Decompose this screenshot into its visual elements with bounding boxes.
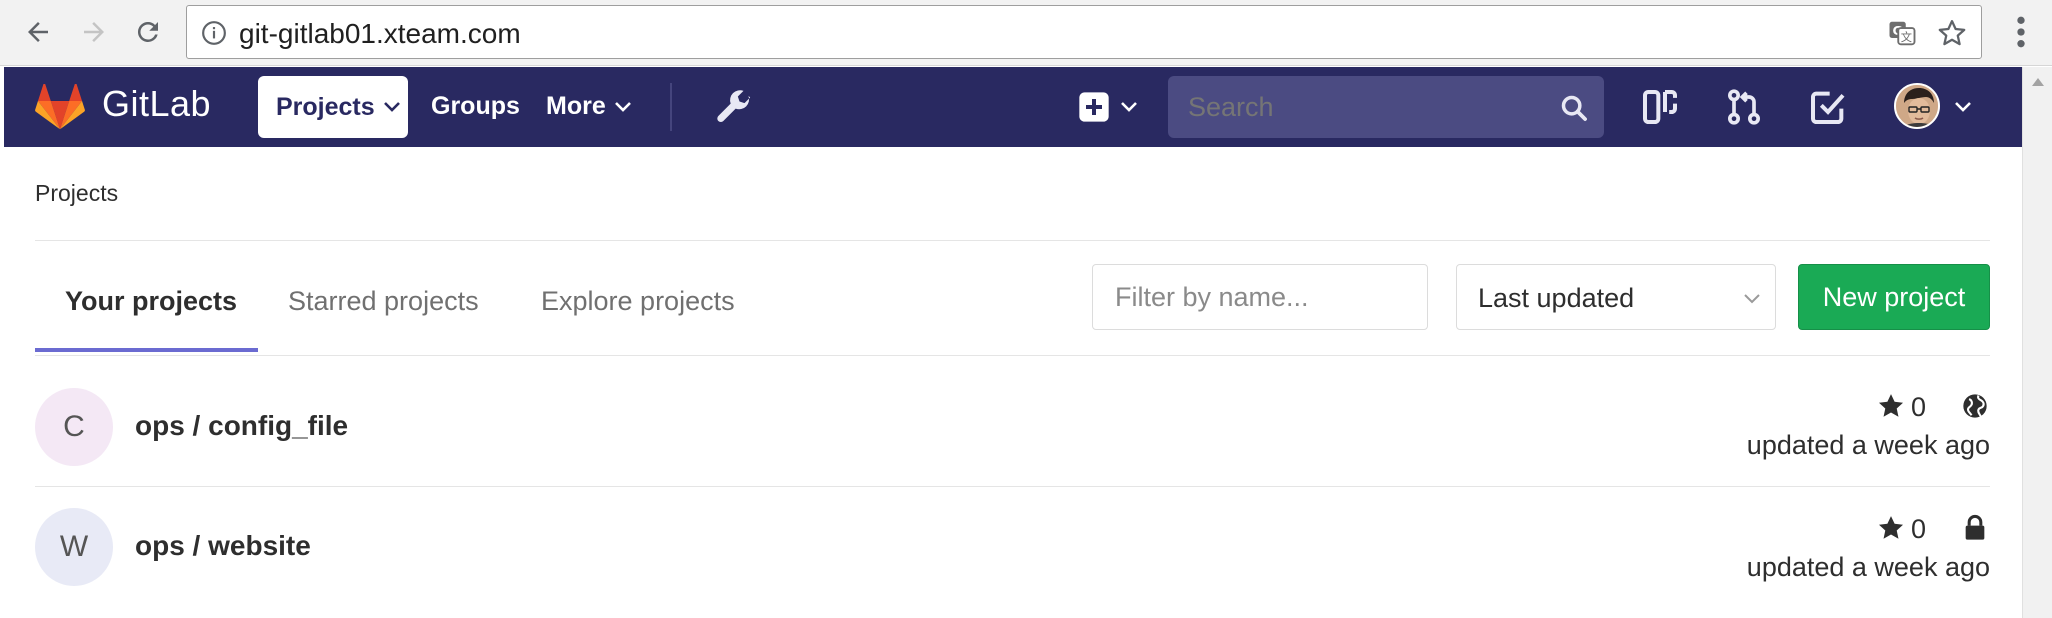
forward-arrow-icon bbox=[84, 22, 104, 42]
more-dropdown[interactable]: More bbox=[546, 92, 632, 121]
avatar bbox=[1894, 83, 1940, 129]
address-url[interactable]: git-gitlab01.xteam.com bbox=[239, 18, 521, 50]
todos-icon[interactable] bbox=[1808, 87, 1848, 127]
search-icon[interactable] bbox=[1560, 94, 1588, 122]
project-avatar[interactable]: W bbox=[35, 508, 113, 586]
search-box[interactable] bbox=[1168, 76, 1604, 138]
public-globe-icon bbox=[1963, 394, 1987, 418]
breadcrumb-divider bbox=[35, 240, 1990, 241]
search-input[interactable] bbox=[1188, 92, 1548, 123]
avatar-image bbox=[1896, 85, 1938, 127]
address-bar[interactable]: git-gitlab01.xteam.com G文 bbox=[186, 5, 1982, 59]
groups-link-label: Groups bbox=[431, 92, 520, 120]
header-divider bbox=[670, 83, 672, 131]
chevron-down-icon bbox=[1121, 102, 1137, 112]
back-button[interactable] bbox=[18, 12, 58, 52]
star-icon bbox=[1878, 516, 1904, 539]
project-name-link[interactable]: ops / website bbox=[135, 530, 311, 562]
more-dropdown-label: More bbox=[546, 92, 606, 120]
tab-explore-projects[interactable]: Explore projects bbox=[541, 286, 735, 317]
breadcrumb[interactable]: Projects bbox=[35, 180, 118, 207]
project-name-link[interactable]: ops / config_file bbox=[135, 410, 348, 442]
issues-board-icon[interactable] bbox=[1640, 87, 1680, 127]
active-tab-indicator bbox=[35, 348, 258, 352]
svg-text:文: 文 bbox=[1901, 30, 1912, 44]
projects-dropdown-label: Projects bbox=[276, 92, 375, 121]
projects-dropdown[interactable]: Projects bbox=[258, 76, 408, 138]
new-item-dropdown[interactable] bbox=[1078, 87, 1144, 127]
chevron-down-icon bbox=[383, 102, 400, 112]
tab-starred-projects[interactable]: Starred projects bbox=[288, 286, 479, 317]
browser-toolbar: git-gitlab01.xteam.com G文 bbox=[0, 0, 2052, 66]
scroll-up-arrow-icon[interactable] bbox=[2031, 77, 2045, 87]
gitlab-logo-text[interactable]: GitLab bbox=[102, 83, 211, 125]
chevron-down-icon bbox=[1955, 102, 1971, 112]
bookmark-star-icon[interactable] bbox=[1937, 18, 1967, 48]
updated-timestamp: updated a week ago bbox=[1746, 430, 1990, 460]
groups-link[interactable]: Groups bbox=[431, 92, 520, 121]
updated-timestamp: updated a week ago bbox=[1746, 552, 1990, 582]
reload-button[interactable] bbox=[128, 12, 168, 52]
page-scrollbar[interactable] bbox=[2022, 67, 2052, 618]
project-avatar[interactable]: C bbox=[35, 388, 113, 466]
project-row[interactable]: W ops / website 0 updated a week ago bbox=[35, 478, 1990, 598]
sort-selected-value: Last updated bbox=[1478, 283, 1635, 313]
star-count: 0 bbox=[1911, 392, 1927, 422]
reload-icon bbox=[137, 21, 158, 42]
merge-requests-icon[interactable] bbox=[1724, 87, 1764, 127]
private-lock-icon bbox=[1965, 514, 1985, 540]
gitlab-header: GitLab Projects Groups More bbox=[4, 67, 2022, 147]
filter-by-name-input[interactable] bbox=[1092, 264, 1428, 330]
back-arrow-icon bbox=[28, 22, 48, 42]
admin-wrench-icon[interactable] bbox=[714, 87, 754, 127]
translate-icon[interactable]: G文 bbox=[1887, 18, 1917, 48]
user-menu-dropdown[interactable] bbox=[1894, 83, 1978, 131]
star-icon bbox=[1878, 394, 1904, 417]
forward-button[interactable] bbox=[74, 12, 114, 52]
chevron-down-icon bbox=[614, 101, 631, 112]
tab-your-projects[interactable]: Your projects bbox=[65, 286, 237, 317]
gitlab-logo-icon[interactable] bbox=[34, 84, 86, 130]
info-icon[interactable] bbox=[201, 20, 227, 46]
star-count: 0 bbox=[1911, 514, 1927, 544]
browser-menu-icon[interactable] bbox=[2006, 12, 2036, 52]
plus-square-icon bbox=[1079, 92, 1109, 122]
chevron-down-icon bbox=[1744, 294, 1760, 304]
new-project-button[interactable]: New project bbox=[1798, 264, 1990, 330]
project-row[interactable]: C ops / config_file 0 updated a week ago bbox=[35, 356, 1990, 476]
sort-dropdown[interactable]: Last updated bbox=[1456, 264, 1776, 330]
